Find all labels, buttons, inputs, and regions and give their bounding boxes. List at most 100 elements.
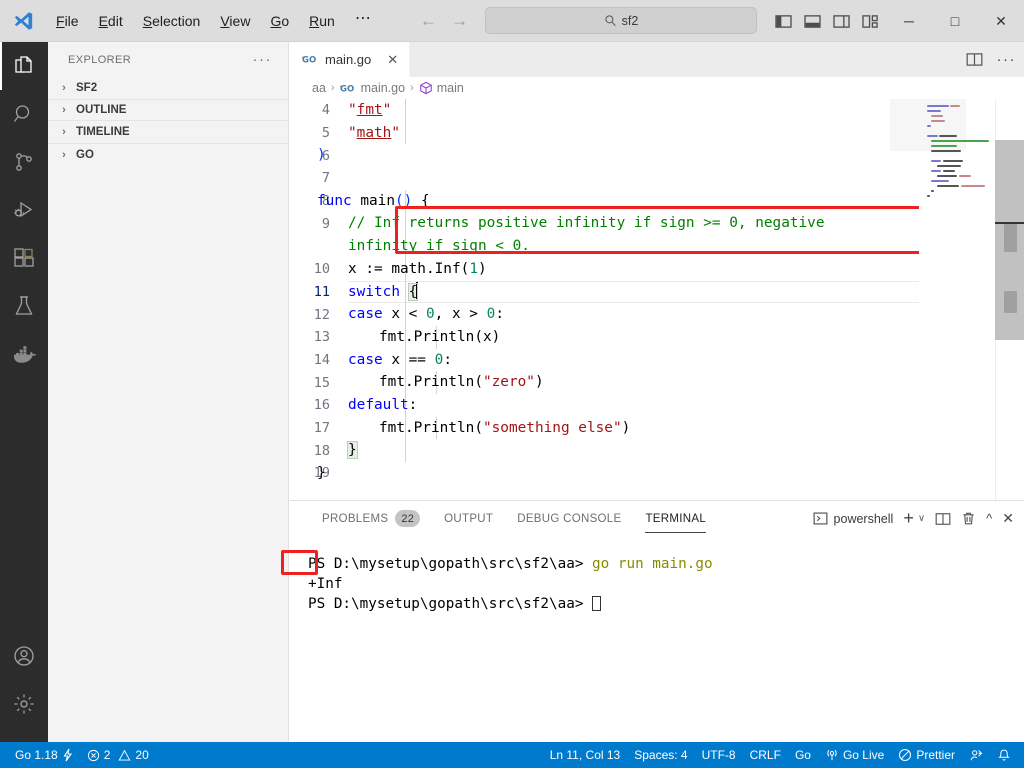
line-number: 10 <box>313 261 330 278</box>
window-controls[interactable]: ─ □ ✕ <box>886 0 1024 42</box>
toggle-panel-icon[interactable] <box>804 14 821 29</box>
cursor-position-label: Ln 11, Col 13 <box>549 748 621 762</box>
maximize-panel-icon[interactable]: ^ <box>986 511 992 526</box>
sidebar-item-sf2[interactable]: › SF2 <box>48 77 288 99</box>
scrollbar-thumb[interactable] <box>1004 224 1017 252</box>
status-bar-left: Go 1.18 2 20 <box>0 742 156 768</box>
minimize-button[interactable]: ─ <box>886 0 932 42</box>
minimap[interactable] <box>919 99 995 500</box>
breadcrumb-item-symbol[interactable]: main <box>419 81 464 95</box>
main-menu[interactable]: File Edit Selection View Go Run ⋯ <box>46 0 382 42</box>
status-go-live[interactable]: Go Live <box>818 742 891 768</box>
status-prettier[interactable]: Prettier <box>891 742 962 768</box>
terminal-output[interactable]: PS D:\mysetup\gopath\src\sf2\aa> go run … <box>281 536 1024 743</box>
navigation-arrows[interactable]: ← → <box>420 0 468 42</box>
indentation-label: Spaces: 4 <box>634 748 688 762</box>
status-go-version[interactable]: Go 1.18 <box>8 742 80 768</box>
tab-main-go[interactable]: GO main.go ✕ <box>290 42 410 77</box>
activity-manage-settings[interactable] <box>0 680 48 728</box>
code-editor[interactable]: 4 "fmt" 5 "math" 6 ) 7 8 func main() {9… <box>290 99 1024 500</box>
line-number: 11 <box>313 283 330 300</box>
panel-actions[interactable]: powershell + ∨ ^ ✕ <box>813 501 1014 536</box>
line-number: 14 <box>313 351 330 368</box>
line-content: ) <box>317 147 326 164</box>
activity-explorer[interactable] <box>0 42 48 90</box>
maximize-button[interactable]: □ <box>932 0 978 42</box>
menu-view[interactable]: View <box>210 0 260 42</box>
tab-close-icon[interactable]: ✕ <box>387 52 398 68</box>
layout-controls[interactable] <box>775 0 879 42</box>
sidebar-item-timeline[interactable]: › TIMELINE <box>48 121 288 143</box>
code-line: 18 } <box>290 439 825 462</box>
status-problems[interactable]: 2 20 <box>80 742 156 768</box>
menu-run[interactable]: Run <box>299 0 345 42</box>
editor-scrollbar[interactable] <box>995 99 1024 500</box>
split-terminal-icon[interactable] <box>935 512 951 526</box>
terminal-line: +Inf <box>308 574 1024 594</box>
terminal-name-label: powershell <box>833 511 894 526</box>
new-terminal-button[interactable]: + <box>903 508 914 529</box>
toggle-primary-sidebar-icon[interactable] <box>775 14 792 29</box>
sidebar-more-actions-icon[interactable]: ··· <box>253 52 273 67</box>
breadcrumb-label: main.go <box>360 81 406 95</box>
go-back-icon[interactable]: ← <box>420 11 437 31</box>
tab-output[interactable]: OUTPUT <box>432 501 505 536</box>
line-content: fmt.Println("zero") <box>379 374 544 391</box>
chevron-down-icon[interactable]: ∨ <box>918 513 925 524</box>
activity-docker[interactable] <box>0 330 48 378</box>
close-window-button[interactable]: ✕ <box>978 0 1024 42</box>
kill-terminal-icon[interactable] <box>961 511 976 526</box>
code-line: 7 <box>290 167 825 190</box>
sidebar-item-go[interactable]: › GO <box>48 143 288 165</box>
status-encoding[interactable]: UTF-8 <box>695 742 743 768</box>
code-line: 6 ) <box>290 144 825 167</box>
panel-tab-label: TERMINAL <box>645 512 707 525</box>
code-line: 16 default: <box>290 394 825 417</box>
status-remote-feedback[interactable] <box>962 742 990 768</box>
tab-label: main.go <box>325 52 372 67</box>
line-content: case x < 0, x > 0: <box>348 306 504 323</box>
code-line: 17 fmt.Println("something else") <box>290 417 825 440</box>
menu-edit[interactable]: Edit <box>89 0 133 42</box>
activity-accounts[interactable] <box>0 632 48 680</box>
breadcrumb-label: aa <box>312 81 326 95</box>
menu-file[interactable]: File <box>46 0 89 42</box>
menu-file-rest: ile <box>64 12 79 29</box>
overview-ruler-mark <box>995 222 1024 224</box>
go-file-icon: GO <box>302 53 319 66</box>
tab-debug-console[interactable]: DEBUG CONSOLE <box>505 501 633 536</box>
go-forward-icon[interactable]: → <box>451 11 468 31</box>
editor-more-actions-icon[interactable]: ··· <box>997 52 1017 67</box>
close-panel-icon[interactable]: ✕ <box>1002 510 1014 527</box>
tab-terminal[interactable]: TERMINAL <box>633 501 718 536</box>
breadcrumb-item-file[interactable]: GO main.go <box>339 81 406 95</box>
status-notifications[interactable] <box>990 742 1018 768</box>
line-number: 9 <box>321 215 330 232</box>
quick-input-search[interactable]: sf2 <box>485 7 757 34</box>
title-bar: File Edit Selection View Go Run ⋯ ← → sf… <box>0 0 1024 42</box>
tab-problems[interactable]: PROBLEMS 22 <box>310 501 432 536</box>
status-language-mode[interactable]: Go <box>788 742 818 768</box>
scrollbar-thumb-secondary[interactable] <box>1004 291 1017 313</box>
sidebar-item-outline[interactable]: › OUTLINE <box>48 99 288 121</box>
activity-search[interactable] <box>0 90 48 138</box>
menu-selection[interactable]: Selection <box>133 0 211 42</box>
status-cursor-position[interactable]: Ln 11, Col 13 <box>543 742 628 768</box>
customize-layout-icon[interactable] <box>862 14 879 29</box>
menu-go[interactable]: Go <box>260 0 299 42</box>
terminal-line: PS D:\mysetup\gopath\src\sf2\aa> go run … <box>308 554 1024 574</box>
terminal-selector[interactable]: powershell <box>813 511 894 526</box>
status-indentation[interactable]: Spaces: 4 <box>627 742 694 768</box>
activity-extensions[interactable] <box>0 234 48 282</box>
activity-run-and-debug[interactable] <box>0 186 48 234</box>
breadcrumb-item-folder[interactable]: aa <box>312 81 326 95</box>
line-number: 7 <box>321 170 330 187</box>
status-eol[interactable]: CRLF <box>743 742 788 768</box>
activity-testing[interactable] <box>0 282 48 330</box>
split-editor-right-icon[interactable] <box>966 52 983 67</box>
editor-tab-actions[interactable]: ··· <box>966 42 1017 77</box>
go-live-label: Go Live <box>842 748 885 762</box>
toggle-secondary-sidebar-icon[interactable] <box>833 14 850 29</box>
menu-more-button[interactable]: ⋯ <box>345 0 383 42</box>
activity-source-control[interactable] <box>0 138 48 186</box>
